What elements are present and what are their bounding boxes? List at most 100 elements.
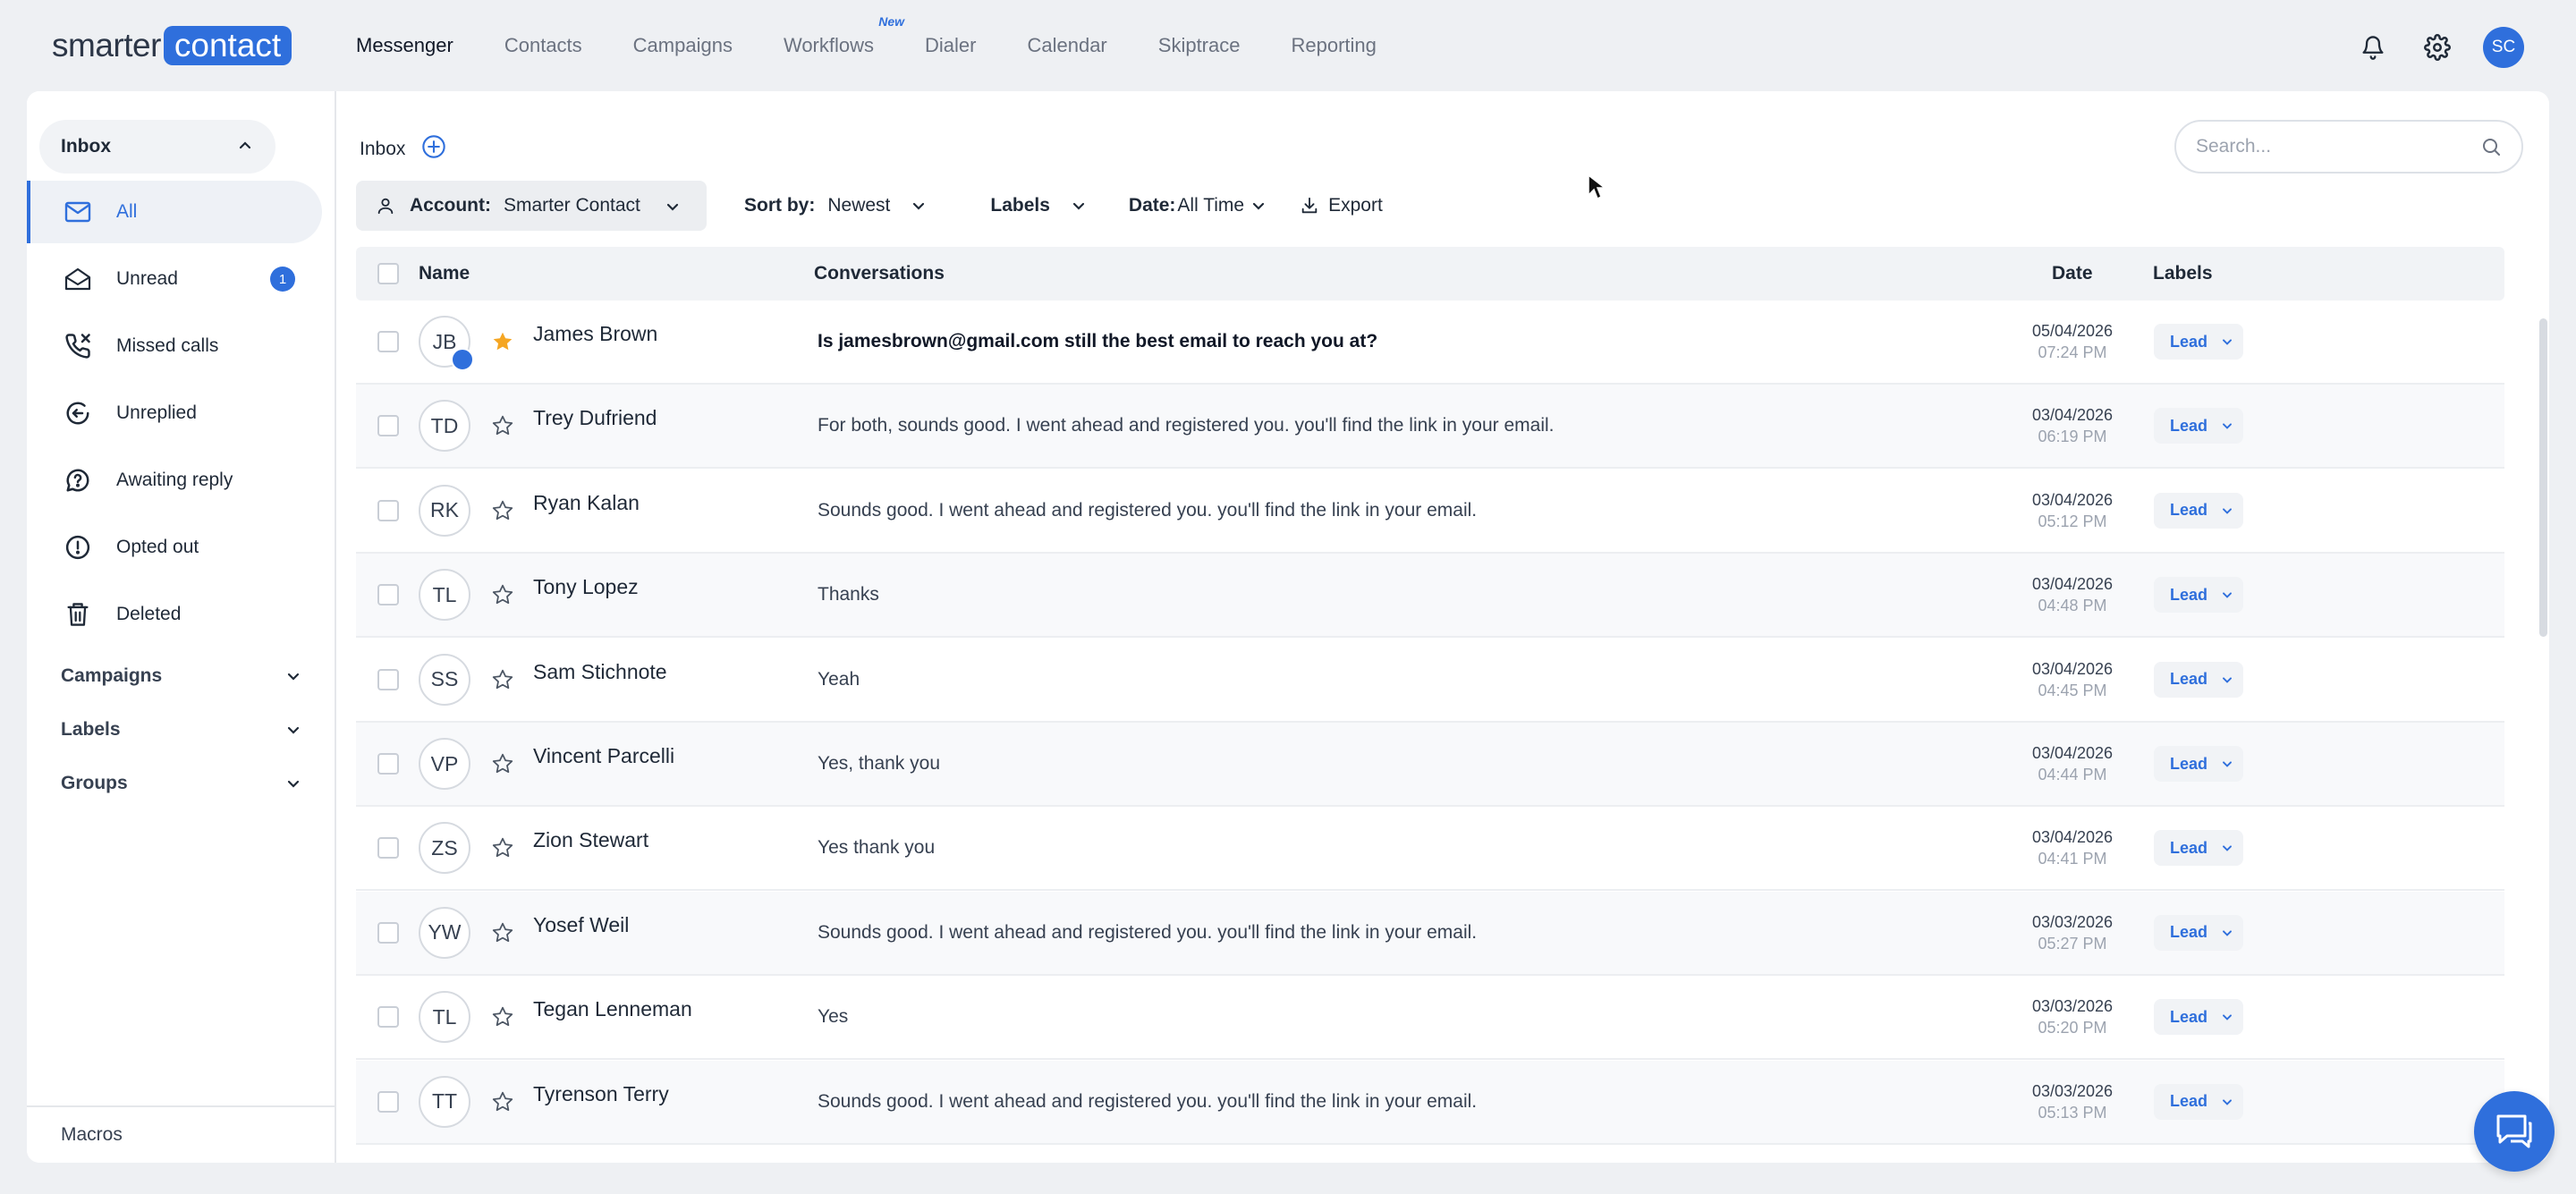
contact-avatar: YW bbox=[419, 906, 470, 959]
sidebar-item-missed-calls[interactable]: Missed calls bbox=[27, 315, 322, 377]
conversation-row[interactable]: SS Sam Stichnote Yeah 03/04/2026 04:45 PM Lea… bbox=[356, 638, 2504, 723]
row-checkbox[interactable] bbox=[377, 1006, 399, 1029]
row-checkbox[interactable] bbox=[377, 921, 399, 944]
star-icon[interactable] bbox=[490, 329, 515, 354]
label-dropdown[interactable]: Lead bbox=[2154, 1083, 2243, 1120]
label-dropdown[interactable]: Lead bbox=[2154, 746, 2243, 782]
date-text: 03/04/2026 bbox=[2031, 490, 2114, 509]
sidebar-item-unreplied[interactable]: Unreplied bbox=[27, 382, 322, 445]
date-dropdown[interactable]: Date: All Time bbox=[1129, 195, 1267, 216]
label-dropdown[interactable]: Lead bbox=[2154, 999, 2243, 1036]
account-select[interactable]: Account: Smarter Contact bbox=[356, 181, 707, 231]
contact-avatar: JB bbox=[419, 316, 474, 371]
nav-dialer[interactable]: Dialer bbox=[925, 34, 976, 57]
contact-name: Yosef Weil bbox=[533, 912, 630, 936]
sidebar-group-labels[interactable]: Labels bbox=[61, 719, 302, 741]
sidebar-item-opted-out[interactable]: Opted out bbox=[27, 516, 322, 579]
time-text: 04:45 PM bbox=[2038, 681, 2107, 699]
inbox-sidebar: Inbox All Unread 1 Missed calls Unreplie… bbox=[27, 91, 336, 1163]
chevron-down-icon bbox=[666, 203, 679, 211]
sidebar-group-label: Campaigns bbox=[61, 665, 163, 686]
sidebar-item-all[interactable]: All bbox=[27, 181, 322, 243]
sidebar-item-label: Unreplied bbox=[116, 402, 197, 423]
star-icon[interactable] bbox=[490, 413, 515, 438]
row-checkbox[interactable] bbox=[377, 753, 399, 775]
select-all-checkbox[interactable] bbox=[377, 263, 399, 284]
macros-button[interactable]: Macros bbox=[27, 1105, 336, 1163]
contact-name: Tegan Lenneman bbox=[533, 997, 692, 1021]
column-labels: Labels bbox=[2153, 263, 2213, 284]
conversation-row[interactable]: VP Vincent Parcelli Yes, thank you 03/04/20… bbox=[356, 723, 2504, 807]
missed-call-icon bbox=[63, 331, 93, 361]
nav-contacts[interactable]: Contacts bbox=[504, 34, 582, 57]
date-text: 03/04/2026 bbox=[2031, 744, 2114, 762]
nav-reporting[interactable]: Reporting bbox=[1291, 34, 1376, 57]
new-badge: New bbox=[878, 14, 905, 29]
messenger-panel: Inbox All Unread 1 Missed calls Unreplie… bbox=[27, 91, 2549, 1163]
row-checkbox[interactable] bbox=[377, 668, 399, 690]
time-text: 06:19 PM bbox=[2038, 428, 2107, 446]
label-dropdown[interactable]: Lead bbox=[2154, 914, 2243, 951]
support-chat-button[interactable] bbox=[2474, 1091, 2555, 1172]
conversation-row[interactable]: TD Trey Dufriend For both, sounds good. I … bbox=[356, 385, 2504, 470]
export-button[interactable]: Export bbox=[1300, 195, 1383, 216]
search-input[interactable] bbox=[2196, 136, 2480, 157]
conversation-row[interactable]: TL Tony Lopez Thanks 03/04/2026 04:48 PM Lead bbox=[356, 554, 2504, 639]
conversation-row[interactable]: ZS Zion Stewart Yes thank you 03/04/2026 04:… bbox=[356, 807, 2504, 892]
label-dropdown[interactable]: Lead bbox=[2154, 324, 2243, 360]
smarter-contact-logo[interactable]: smarter contact bbox=[52, 26, 292, 65]
conversation-row[interactable]: TT Tyrenson Terry Sounds good. I went ahea… bbox=[356, 1060, 2504, 1145]
conversation-row[interactable]: YW Yosef Weil Sounds good. I went ahead an… bbox=[356, 891, 2504, 976]
add-inbox-icon[interactable] bbox=[421, 134, 446, 165]
nav-workflows-label: Workflows bbox=[783, 34, 875, 56]
star-icon[interactable] bbox=[490, 582, 515, 607]
star-icon[interactable] bbox=[490, 751, 515, 776]
star-icon[interactable] bbox=[490, 920, 515, 945]
row-checkbox[interactable] bbox=[377, 1090, 399, 1113]
avatar-initials: TL bbox=[432, 582, 457, 606]
row-checkbox[interactable] bbox=[377, 415, 399, 437]
row-checkbox[interactable] bbox=[377, 499, 399, 521]
sidebar-item-deleted[interactable]: Deleted bbox=[27, 583, 322, 646]
search-icon[interactable] bbox=[2480, 136, 2502, 157]
inbox-section-toggle[interactable]: Inbox bbox=[39, 120, 275, 174]
nav-calendar[interactable]: Calendar bbox=[1027, 34, 1106, 57]
label-dropdown[interactable]: Lead bbox=[2154, 577, 2243, 614]
contact-avatar: TT bbox=[419, 1075, 470, 1128]
star-icon[interactable] bbox=[490, 667, 515, 692]
sidebar-group-campaigns[interactable]: Campaigns bbox=[61, 665, 302, 687]
sidebar-item-unread[interactable]: Unread 1 bbox=[27, 248, 322, 310]
avatar-initials: JB bbox=[432, 329, 457, 353]
conversation-date: 03/03/2026 05:20 PM bbox=[2023, 995, 2122, 1038]
scrollbar[interactable] bbox=[2539, 318, 2547, 637]
nav-workflows[interactable]: Workflows New bbox=[783, 14, 904, 57]
labels-dropdown[interactable]: Labels bbox=[990, 195, 1088, 216]
bell-icon[interactable] bbox=[2354, 29, 2392, 66]
row-checkbox[interactable] bbox=[377, 837, 399, 860]
star-icon[interactable] bbox=[490, 498, 515, 523]
star-icon[interactable] bbox=[490, 1089, 515, 1114]
inbox-label: Inbox bbox=[61, 136, 111, 157]
nav-campaigns[interactable]: Campaigns bbox=[633, 34, 733, 57]
label-text: Lead bbox=[2170, 838, 2208, 857]
star-icon[interactable] bbox=[490, 1004, 515, 1029]
conversation-row[interactable]: RK Ryan Kalan Sounds good. I went ahead an… bbox=[356, 469, 2504, 554]
star-icon[interactable] bbox=[490, 835, 515, 860]
gear-icon[interactable] bbox=[2419, 29, 2456, 66]
sidebar-item-awaiting-reply[interactable]: Awaiting reply bbox=[27, 449, 322, 512]
label-dropdown[interactable]: Lead bbox=[2154, 661, 2243, 698]
label-dropdown[interactable]: Lead bbox=[2154, 408, 2243, 445]
user-avatar[interactable]: SC bbox=[2483, 27, 2524, 68]
row-checkbox[interactable] bbox=[377, 584, 399, 606]
column-name[interactable]: Name bbox=[419, 263, 470, 284]
label-dropdown[interactable]: Lead bbox=[2154, 830, 2243, 867]
nav-skiptrace[interactable]: Skiptrace bbox=[1158, 34, 1241, 57]
row-checkbox[interactable] bbox=[377, 331, 399, 352]
sort-dropdown[interactable]: Sort by: Newest bbox=[744, 195, 928, 216]
label-dropdown[interactable]: Lead bbox=[2154, 492, 2243, 529]
column-date[interactable]: Date bbox=[2052, 263, 2093, 284]
conversation-row[interactable]: TL Tegan Lenneman Yes 03/03/2026 05:20 PM Lea… bbox=[356, 976, 2504, 1061]
sidebar-group-groups[interactable]: Groups bbox=[61, 773, 302, 794]
conversation-row[interactable]: JB James Brown Is jamesbrown@gmail.com sti… bbox=[356, 301, 2504, 385]
nav-messenger[interactable]: Messenger bbox=[356, 34, 453, 57]
